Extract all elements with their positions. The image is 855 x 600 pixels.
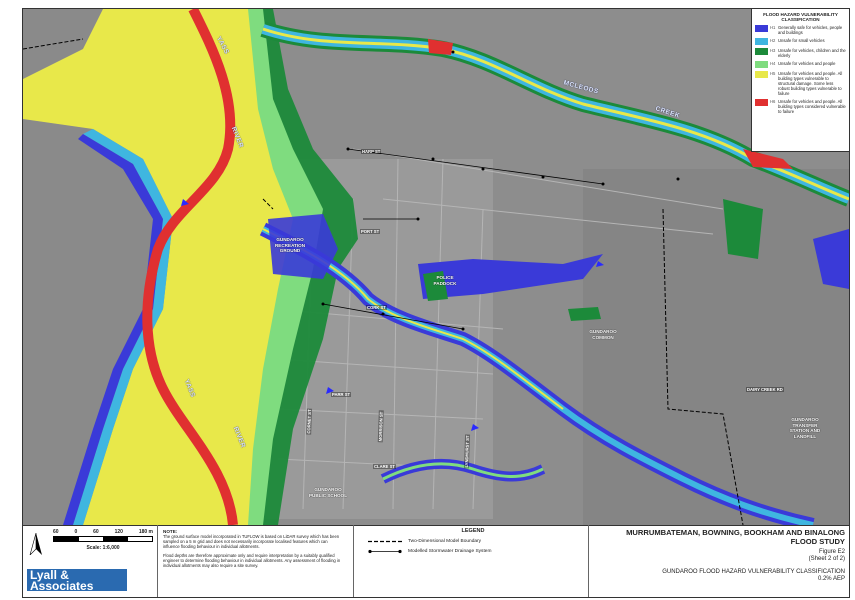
hazard-legend-rows: H1 Generally safe for vehicles, people an… (752, 25, 849, 114)
hazard-legend-row-h2: H2 Unsafe for small vehicles (755, 38, 846, 45)
map-sheet: YASS RIVER YASS RIVER MCLEODS CREEK GUND… (0, 0, 855, 600)
rural-paddocks-east (583, 169, 849, 525)
legend-boundary-label: Two-Dimensional Model Boundary (408, 539, 482, 544)
hazard-legend: FLOOD HAZARD VULNERABILITY CLASSIFICATIO… (751, 9, 849, 152)
sheet-number: (Sheet 2 of 2) (808, 556, 845, 562)
title-line-2: FLOOD STUDY (790, 536, 845, 546)
hazard-swatch (755, 48, 768, 55)
figure-number: Figure E2 (818, 549, 845, 555)
flood-map[interactable]: YASS RIVER YASS RIVER MCLEODS CREEK GUND… (22, 8, 850, 526)
scale-ticks: 60 0 60 120 180 m (53, 529, 153, 535)
figure-subtitle: GUNDAROO FLOOD HAZARD VULNERABILITY CLAS… (662, 569, 845, 575)
hazard-legend-title: FLOOD HAZARD VULNERABILITY CLASSIFICATIO… (763, 12, 838, 22)
hazard-description: Unsafe for vehicles and people. All buil… (778, 99, 846, 114)
scale-tick: 180 m (138, 529, 153, 535)
divider (353, 525, 354, 597)
street-label-clare: CLARE ST (373, 464, 396, 469)
scale-bar: 60 0 60 120 180 m Scale: 1:6,000 (53, 529, 153, 551)
hazard-description: Unsafe for vehicles, children and the el… (778, 48, 846, 58)
map-legend: LEGEND Two-Dimensional Model Boundary Mo… (368, 528, 578, 554)
hazard-description: Unsafe for vehicles and people. All buil… (778, 71, 843, 96)
scale-tick: 60 (53, 529, 59, 535)
hazard-legend-row-h3: H3 Unsafe for vehicles, children and the … (755, 48, 846, 58)
hazard-legend-row-h5: H5 Unsafe for vehicles and people. All bu… (755, 71, 846, 96)
hazard-legend-row-h6: H6 Unsafe for vehicles and people. All bu… (755, 99, 846, 114)
map-legend-title: LEGEND (461, 528, 485, 534)
street-label-parr: PARR ST (331, 392, 352, 397)
dashed-line-icon (368, 540, 402, 543)
hazard-swatch (755, 99, 768, 106)
hazard-code: H2 (770, 38, 776, 43)
legend-row-boundary: Two-Dimensional Model Boundary (368, 539, 578, 544)
hazard-description: Generally safe for vehicles, people and … (778, 25, 843, 35)
aep-label: 0.2% AEP (817, 576, 845, 582)
map-footer: 60 0 60 120 180 m Scale: 1:6,000 Lyall &… (22, 525, 850, 598)
company-logo: Lyall & Associates (27, 569, 127, 593)
scale-text: Scale: 1:6,000 (86, 545, 120, 551)
legend-drainage-label: Modelled Stormwater Drainage System (408, 549, 492, 554)
hazard-legend-row-h1: H1 Generally safe for vehicles, people an… (755, 25, 846, 35)
scale-tick: 0 (74, 529, 78, 535)
hazard-code: H4 (770, 61, 776, 66)
hazard-swatch (755, 25, 768, 32)
hazard-code: H1 (770, 25, 776, 30)
hazard-code: H6 (770, 99, 776, 104)
divider (157, 525, 158, 597)
label-police-paddock: POLICE PADDOCK (433, 275, 457, 286)
map-canvas (23, 9, 849, 525)
label-public-school: GUNDAROO PUBLIC SCHOOL (308, 487, 348, 498)
label-transfer-station: GUNDAROO TRANSFER STATION AND LANDFILL (789, 417, 821, 439)
hazard-legend-row-h4: H4 Unsafe for vehicles and people (755, 61, 846, 68)
scale-tick: 120 (114, 529, 123, 535)
notes-block: NOTE: The ground surface model incorpora… (163, 529, 343, 568)
street-label-cork: CORK ST (366, 305, 387, 310)
notes-paragraph-2: Flood depths are therefore approximate o… (163, 553, 341, 568)
label-recreation-ground: GUNDAROO RECREATION GROUND (274, 237, 306, 253)
divider (588, 525, 589, 597)
street-label-port: PORT ST (360, 229, 381, 234)
hazard-swatch (755, 38, 768, 45)
title-block: MURRUMBATEMAN, BOWNING, BOOKHAM AND BINA… (593, 528, 845, 583)
notes-paragraph-1: The ground surface model incorporated in… (163, 534, 340, 549)
hazard-description: Unsafe for vehicles and people (778, 61, 836, 66)
scale-graphic (53, 536, 153, 542)
legend-row-drainage: Modelled Stormwater Drainage System (368, 549, 578, 554)
north-arrow-icon (29, 533, 42, 555)
hazard-swatch (755, 71, 768, 78)
street-label-harp: HARP ST (361, 149, 382, 154)
hazard-swatch (755, 61, 768, 68)
hazard-description: Unsafe for small vehicles (778, 38, 825, 43)
east-pond-h3 (723, 199, 763, 259)
label-common: GUNDAROO COMMON (589, 329, 617, 340)
scale-tick: 60 (93, 529, 99, 535)
logo-line-2: Associates (30, 579, 94, 593)
street-label-cornet: CORNET ST (306, 408, 313, 435)
drainage-line-icon (368, 549, 402, 554)
common-pond-h3 (568, 307, 601, 321)
hazard-code: H3 (770, 48, 776, 53)
hazard-code: H5 (770, 71, 776, 76)
street-label-dairy-creek: DAIRY CREEK RD (746, 387, 784, 392)
